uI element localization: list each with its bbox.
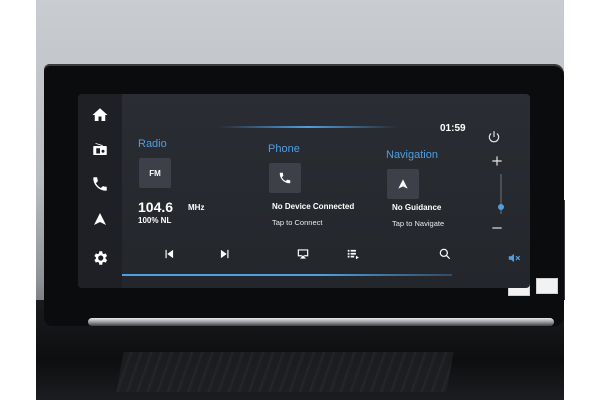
navigation-status: No Guidance (392, 203, 442, 212)
radio-title: Radio (138, 138, 167, 150)
phone-tile[interactable] (269, 163, 301, 193)
skip-previous-icon (165, 249, 174, 259)
phone-icon (93, 177, 107, 191)
volume-down-button[interactable] (487, 218, 507, 238)
navigation-icon (94, 213, 106, 225)
infotainment-screen: 01:59 Radio FM 104.6 MHz 100% NL Phone N… (78, 94, 530, 288)
radio-icon (93, 143, 107, 155)
mute-icon (508, 253, 521, 263)
search-button[interactable] (436, 246, 454, 262)
phone-action[interactable]: Tap to Connect (272, 218, 322, 227)
next-track-button[interactable] (216, 246, 234, 262)
sticker-right (536, 278, 558, 294)
plus-icon (492, 156, 502, 166)
home-icon (92, 108, 108, 121)
sidebar-item-settings[interactable] (88, 247, 112, 269)
clock: 01:59 (440, 123, 466, 134)
radio-band-label: FM (149, 168, 161, 178)
sidebar-item-radio[interactable] (88, 138, 112, 160)
search-icon (439, 248, 451, 260)
radio-band-tile[interactable]: FM (139, 158, 171, 188)
dashboard-texture (116, 352, 454, 392)
sidebar-item-navigation[interactable] (88, 208, 112, 230)
sidebar-item-home[interactable] (88, 104, 112, 126)
playlist-button[interactable] (344, 246, 362, 262)
playlist-icon (347, 249, 359, 260)
previous-track-button[interactable] (160, 246, 178, 262)
screen-mirror-icon (297, 249, 309, 259)
sidebar (78, 94, 122, 288)
navigation-title: Navigation (386, 149, 438, 161)
navigation-icon (398, 179, 408, 189)
power-button[interactable] (484, 127, 504, 147)
volume-up-button[interactable] (487, 151, 507, 171)
navigation-tile[interactable] (387, 169, 419, 199)
media-progress-bar (122, 274, 452, 276)
chrome-trim-strip (88, 318, 554, 326)
top-accent-glow (218, 126, 398, 128)
gear-icon (94, 251, 108, 265)
mute-button[interactable] (504, 248, 524, 268)
sidebar-item-phone[interactable] (88, 173, 112, 195)
radio-frequency: 104.6 (138, 199, 174, 215)
power-icon (488, 131, 500, 143)
phone-title: Phone (268, 143, 300, 155)
radio-station-name: 100% NL (138, 216, 172, 225)
skip-next-icon (220, 249, 229, 259)
volume-slider-knob[interactable] (498, 204, 504, 210)
phone-status: No Device Connected (272, 202, 355, 211)
phone-icon (279, 172, 291, 184)
cast-screen-button[interactable] (294, 246, 312, 262)
radio-frequency-unit: MHz (188, 203, 205, 212)
navigation-action[interactable]: Tap to Navigate (392, 219, 444, 228)
minus-icon (492, 227, 502, 229)
